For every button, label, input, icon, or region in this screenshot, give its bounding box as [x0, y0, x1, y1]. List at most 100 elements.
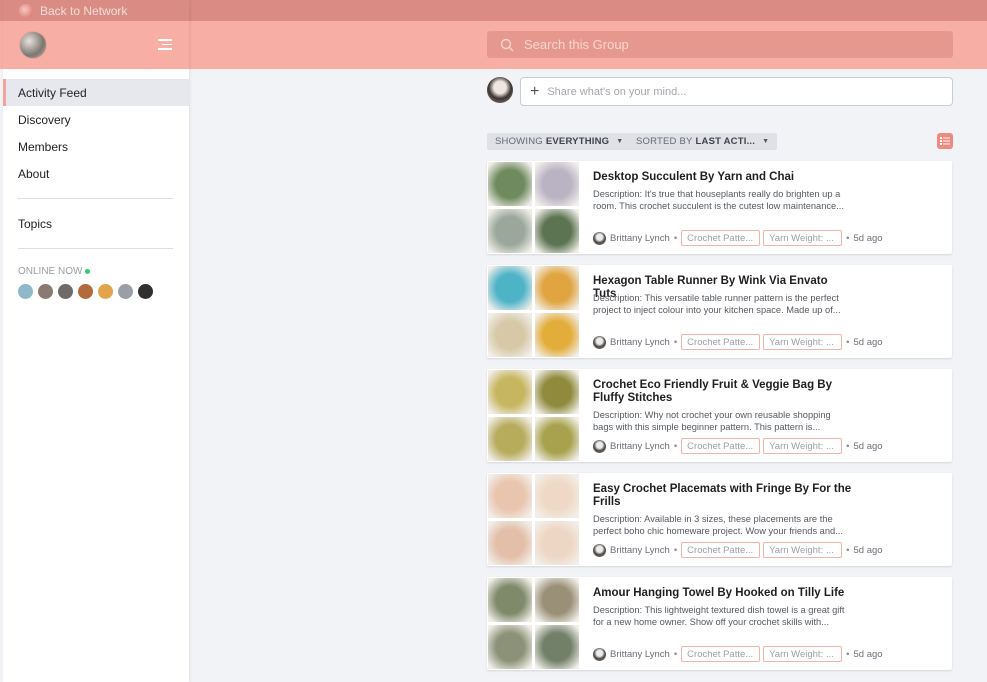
- plus-icon: +: [530, 82, 540, 100]
- post-title[interactable]: Desktop Succulent By Yarn and Chai: [593, 171, 853, 184]
- post-thumbnail: [488, 313, 532, 357]
- sort-prefix: SORTED BY: [636, 136, 693, 147]
- post-description: Description: This versatile table runner…: [593, 293, 841, 315]
- online-avatars: [3, 284, 189, 299]
- sidebar-item-topics[interactable]: Topics: [3, 210, 189, 237]
- post-thumbnail: [488, 370, 532, 414]
- post-card[interactable]: Hexagon Table Runner By Wink Via Envato …: [487, 265, 952, 358]
- post-meta: Brittany Lynch • Crochet Patte... Yarn W…: [593, 542, 883, 558]
- post-thumbnail: [535, 266, 579, 310]
- avatar[interactable]: [98, 284, 113, 299]
- post-description: Description: This lightweight textured d…: [593, 605, 845, 627]
- post-thumbnails: [488, 474, 579, 565]
- showing-filter-prefix: SHOWING: [495, 136, 543, 147]
- sidebar-nav: Activity Feed Discovery Members About To…: [3, 79, 189, 299]
- showing-filter-dropdown[interactable]: SHOWING EVERYTHING ▼: [487, 133, 632, 150]
- sort-dropdown[interactable]: SORTED BY LAST ACTI... ▼: [628, 133, 778, 150]
- post-description: Description: It's true that houseplants …: [593, 189, 844, 211]
- avatar[interactable]: [38, 284, 53, 299]
- back-to-network-link[interactable]: Back to Network: [3, 0, 189, 21]
- post-thumbnail: [535, 521, 579, 565]
- sidebar-item-label: Topics: [18, 216, 53, 231]
- separator-dot: •: [846, 336, 850, 348]
- post-card[interactable]: Easy Crochet Placemats with Fringe By Fo…: [487, 473, 952, 566]
- author-avatar: [593, 647, 606, 661]
- author-name[interactable]: Brittany Lynch: [610, 337, 670, 348]
- tag-crochet-pattern[interactable]: Crochet Patte...: [681, 542, 761, 558]
- post-title[interactable]: Easy Crochet Placemats with Fringe By Fo…: [593, 483, 853, 509]
- post-title[interactable]: Amour Hanging Towel By Hooked on Tilly L…: [593, 587, 853, 600]
- author-name[interactable]: Brittany Lynch: [610, 545, 670, 556]
- separator-dot: •: [846, 544, 850, 556]
- post-thumbnail: [488, 474, 532, 518]
- sidebar-item-discovery[interactable]: Discovery: [3, 106, 189, 133]
- avatar[interactable]: [118, 284, 133, 299]
- post-thumbnail: [535, 370, 579, 414]
- caret-down-icon: ▼: [762, 138, 770, 145]
- separator-dot: •: [846, 648, 850, 660]
- search-placeholder: Search this Group: [524, 37, 629, 52]
- sidebar-item-label: Members: [18, 139, 69, 154]
- author-avatar: [593, 335, 606, 349]
- avatar[interactable]: [78, 284, 93, 299]
- search-input[interactable]: Search this Group: [487, 31, 953, 58]
- sidebar-item-activity-feed[interactable]: Activity Feed: [3, 79, 189, 106]
- post-thumbnail: [488, 266, 532, 310]
- tag-yarn-weight[interactable]: Yarn Weight: ...: [763, 542, 843, 558]
- online-now-label: ONLINE NOW: [3, 266, 189, 277]
- separator-dot: •: [673, 544, 678, 556]
- post-thumbnail: [488, 578, 532, 622]
- post-thumbnail: [535, 313, 579, 357]
- group-avatar[interactable]: [19, 31, 47, 59]
- online-now-text: ONLINE NOW: [18, 266, 83, 277]
- avatar[interactable]: [138, 284, 153, 299]
- post-card[interactable]: Amour Hanging Towel By Hooked on Tilly L…: [487, 577, 952, 670]
- sidebar-item-label: Discovery: [18, 112, 71, 127]
- caret-down-icon: ▼: [616, 138, 624, 145]
- separator-dot: •: [673, 440, 678, 452]
- post-time: 5d ago: [853, 336, 883, 348]
- post-thumbnail: [535, 578, 579, 622]
- post-time: 5d ago: [853, 544, 883, 556]
- post-thumbnails: [488, 370, 579, 461]
- tag-crochet-pattern[interactable]: Crochet Patte...: [681, 438, 761, 454]
- post-thumbnails: [488, 162, 579, 253]
- author-avatar: [593, 543, 606, 557]
- network-logo-icon: [19, 3, 33, 18]
- tag-yarn-weight[interactable]: Yarn Weight: ...: [763, 646, 843, 662]
- tag-crochet-pattern[interactable]: Crochet Patte...: [681, 334, 761, 350]
- sidebar: Back to Network Activity Feed Discovery …: [3, 0, 189, 682]
- post-title[interactable]: Crochet Eco Friendly Fruit & Veggie Bag …: [593, 379, 853, 405]
- post-composer-input[interactable]: + Share what's on your mind...: [520, 77, 953, 106]
- author-name[interactable]: Brittany Lynch: [610, 441, 670, 452]
- sidebar-item-members[interactable]: Members: [3, 133, 189, 160]
- tag-yarn-weight[interactable]: Yarn Weight: ...: [763, 334, 843, 350]
- avatar[interactable]: [58, 284, 73, 299]
- separator-dot: •: [846, 232, 850, 244]
- separator-dot: •: [846, 440, 850, 452]
- post-time: 5d ago: [853, 232, 883, 244]
- post-description: Description: Why not crochet your own re…: [593, 410, 831, 432]
- post-thumbnail: [488, 162, 532, 206]
- tag-crochet-pattern[interactable]: Crochet Patte...: [681, 230, 761, 246]
- author-name[interactable]: Brittany Lynch: [610, 233, 670, 244]
- separator-dot: •: [673, 232, 678, 244]
- current-user-avatar: [487, 77, 513, 103]
- tag-crochet-pattern[interactable]: Crochet Patte...: [681, 646, 761, 662]
- post-time: 5d ago: [853, 440, 883, 452]
- author-avatar: [593, 231, 606, 245]
- search-icon: [500, 38, 514, 51]
- post-meta: Brittany Lynch • Crochet Patte... Yarn W…: [593, 646, 883, 662]
- post-card[interactable]: Desktop Succulent By Yarn and Chai Descr…: [487, 161, 952, 254]
- author-name[interactable]: Brittany Lynch: [610, 649, 670, 660]
- avatar[interactable]: [18, 284, 33, 299]
- separator-dot: •: [673, 336, 678, 348]
- tag-yarn-weight[interactable]: Yarn Weight: ...: [763, 230, 843, 246]
- sidebar-item-about[interactable]: About: [3, 160, 189, 187]
- post-thumbnail: [535, 162, 579, 206]
- list-view-icon[interactable]: [937, 133, 953, 149]
- tag-yarn-weight[interactable]: Yarn Weight: ...: [763, 438, 843, 454]
- post-thumbnails: [488, 266, 579, 357]
- menu-icon[interactable]: [158, 39, 172, 51]
- post-card[interactable]: Crochet Eco Friendly Fruit & Veggie Bag …: [487, 369, 952, 462]
